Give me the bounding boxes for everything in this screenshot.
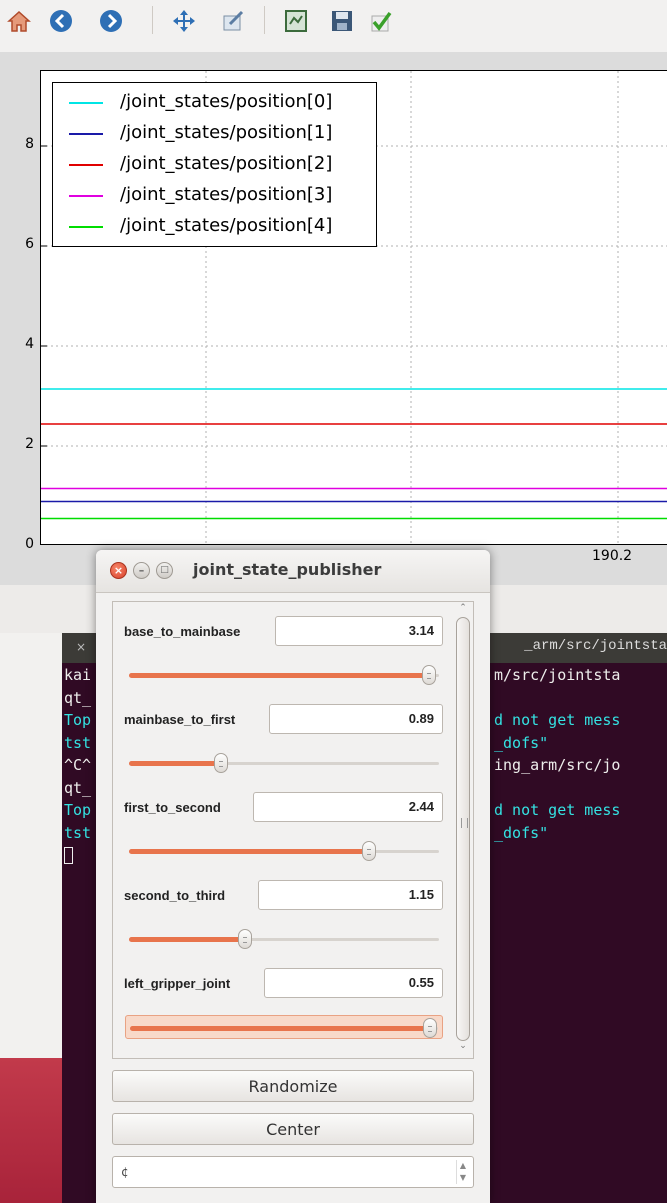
y-tick-label: 2 — [25, 436, 34, 452]
desktop-window-edge — [0, 633, 62, 1058]
slider-handle[interactable] — [361, 841, 376, 861]
legend-swatch — [69, 195, 103, 197]
scroll-up-arrow-icon[interactable]: ⌃ — [455, 603, 471, 617]
terminal-line: d not get mess — [494, 711, 621, 729]
window-title: joint_state_publisher — [193, 560, 382, 579]
close-icon[interactable]: × — [76, 640, 86, 654]
legend-label: /joint_states/position[2] — [120, 153, 333, 174]
legend-swatch — [69, 102, 103, 104]
terminal-line: _dofs" — [494, 733, 549, 752]
terminal-line: Top — [64, 711, 92, 729]
joint-slider[interactable] — [125, 751, 443, 775]
joint-label: mainbase_to_first — [124, 712, 236, 727]
joint-label: base_to_mainbase — [124, 624, 241, 639]
minimize-icon[interactable]: – — [133, 562, 150, 579]
scrollbar-thumb[interactable] — [456, 617, 470, 1041]
combo-value: ¢ — [121, 1165, 129, 1179]
toolbar-separator — [152, 6, 153, 34]
legend-entry: /joint_states/position[4] — [53, 212, 376, 242]
scroll-down-arrow-icon[interactable]: ⌄ — [455, 1041, 471, 1055]
terminal-line: kai — [64, 666, 92, 684]
terminal-line: tst — [64, 823, 92, 842]
randomize-button[interactable]: Randomize — [112, 1070, 474, 1102]
desktop-launcher-area — [0, 1058, 62, 1203]
grip-icon — [461, 818, 468, 828]
terminal-line: m/src/jointsta — [494, 666, 621, 684]
terminal-line: qt_ — [64, 688, 92, 707]
slider-fill — [130, 1026, 430, 1031]
slider-fill — [129, 849, 369, 854]
back-icon[interactable] — [46, 6, 76, 36]
zoom-icon[interactable] — [218, 6, 248, 36]
legend-label: /joint_states/position[3] — [120, 184, 333, 205]
y-tick-label: 0 — [25, 536, 34, 552]
plot-toolbar — [0, 0, 667, 52]
joint-slider[interactable] — [125, 839, 443, 863]
center-button[interactable]: Center — [112, 1113, 474, 1145]
slider-fill — [129, 937, 245, 942]
legend-swatch — [69, 164, 103, 166]
slider-handle[interactable] — [237, 929, 252, 949]
joint-label: left_gripper_joint — [124, 976, 231, 991]
terminal-line: _dofs" — [494, 823, 549, 842]
subplots-icon[interactable] — [281, 6, 311, 36]
joint-slider[interactable] — [125, 927, 443, 951]
legend-label: /joint_states/position[4] — [120, 215, 333, 236]
terminal-line: d not get mess — [494, 801, 621, 819]
legend-swatch — [69, 226, 103, 228]
terminal-line: Top — [64, 801, 92, 819]
terminal-cursor — [64, 847, 73, 864]
joint-value-field[interactable]: 1.15 — [258, 880, 443, 910]
joint-slider[interactable] — [125, 663, 443, 687]
slider-handle[interactable] — [421, 665, 436, 685]
terminal-line: tst — [64, 733, 92, 752]
pan-icon[interactable] — [169, 6, 199, 36]
home-icon[interactable] — [4, 6, 34, 36]
joint-value-field[interactable]: 0.89 — [269, 704, 443, 734]
joint-selector-combo[interactable]: ¢ ▲ ▼ — [112, 1156, 474, 1188]
joint-label: second_to_third — [124, 888, 226, 903]
joint-slider[interactable] — [125, 1015, 443, 1039]
terminal-line: qt_ — [64, 778, 92, 797]
close-icon[interactable]: × — [110, 562, 127, 579]
window-titlebar[interactable]: × – □ joint_state_publisher — [96, 550, 490, 593]
plot-legend: /joint_states/position[0] /joint_states/p… — [52, 82, 377, 247]
maximize-icon[interactable]: □ — [156, 562, 173, 579]
legend-label: /joint_states/position[1] — [120, 122, 333, 143]
y-tick-label: 4 — [25, 336, 34, 352]
joint-label: first_to_second — [124, 800, 221, 815]
joint-value-field[interactable]: 3.14 — [275, 616, 443, 646]
joint-value-field[interactable]: 2.44 — [253, 792, 443, 822]
legend-entry: /joint_states/position[1] — [53, 119, 376, 149]
terminal-line: ing_arm/src/jo — [494, 756, 621, 774]
slider-handle[interactable] — [213, 753, 228, 773]
legend-entry: /joint_states/position[2] — [53, 150, 376, 180]
y-tick-label: 6 — [25, 236, 34, 252]
panel-scrollbar[interactable]: ⌃ ⌄ — [455, 603, 471, 1055]
slider-fill — [129, 761, 221, 766]
terminal-tab-title[interactable]: _arm/src/jointsta — [524, 638, 667, 654]
joint-slider-panel: base_to_mainbase 3.14 mainbase_to_first 0.8… — [112, 601, 474, 1059]
forward-icon[interactable] — [96, 6, 126, 36]
toolbar-separator — [264, 6, 265, 34]
legend-swatch — [69, 133, 103, 135]
joint-state-publisher-window: × – □ joint_state_publisher base_to_main… — [96, 550, 490, 1203]
joint-value-field[interactable]: 0.55 — [264, 968, 443, 998]
slider-handle[interactable] — [422, 1018, 437, 1038]
y-tick-label: 8 — [25, 136, 34, 152]
legend-entry: /joint_states/position[3] — [53, 181, 376, 211]
terminal-line: ^C^ — [64, 756, 92, 774]
slider-fill — [129, 673, 429, 678]
save-icon[interactable] — [327, 6, 357, 36]
edit-check-icon[interactable] — [366, 6, 396, 36]
spinner-arrows-icon[interactable]: ▲ ▼ — [456, 1160, 469, 1184]
legend-entry: /joint_states/position[0] — [53, 88, 376, 118]
x-tick-label: 190.2 — [592, 548, 633, 564]
legend-label: /joint_states/position[0] — [120, 91, 333, 112]
